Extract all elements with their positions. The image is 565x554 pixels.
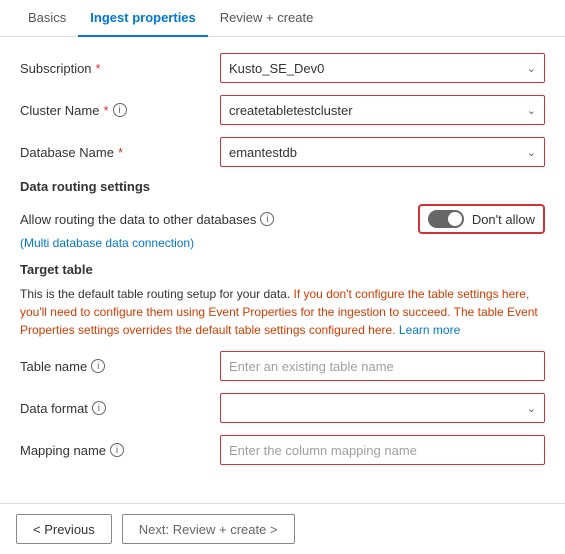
learn-more-link[interactable]: Learn more	[396, 323, 461, 337]
table-name-label: Table name i	[20, 359, 220, 374]
routing-toggle[interactable]	[428, 210, 464, 228]
info-text: This is the default table routing setup …	[20, 285, 545, 339]
subscription-value: Kusto_SE_Dev0	[229, 61, 324, 76]
tabs-bar: Basics Ingest properties Review + create	[0, 0, 565, 37]
target-table-heading: Target table	[20, 262, 545, 277]
database-required: *	[118, 145, 123, 160]
cluster-info-icon[interactable]: i	[113, 103, 127, 117]
info-text-normal: This is the default table routing setup …	[20, 287, 290, 301]
routing-info-icon[interactable]: i	[260, 212, 274, 226]
data-format-chevron-icon: ⌄	[527, 402, 536, 415]
cluster-name-select[interactable]: createtabletestcluster ⌄	[220, 95, 545, 125]
mapping-name-label: Mapping name i	[20, 443, 220, 458]
tab-review[interactable]: Review + create	[208, 0, 326, 37]
multi-db-note: (Multi database data connection)	[20, 236, 545, 250]
database-name-value: emantestdb	[229, 145, 297, 160]
toggle-label: Don't allow	[472, 212, 535, 227]
database-chevron-icon: ⌄	[527, 146, 536, 159]
database-name-row: Database Name * emantestdb ⌄	[20, 137, 545, 167]
subscription-row: Subscription * Kusto_SE_Dev0 ⌄	[20, 53, 545, 83]
cluster-name-row: Cluster Name * i createtabletestcluster …	[20, 95, 545, 125]
data-format-row: Data format i ⌄	[20, 393, 545, 423]
previous-button[interactable]: < Previous	[16, 514, 112, 544]
page-wrapper: Basics Ingest properties Review + create…	[0, 0, 565, 554]
footer: < Previous Next: Review + create >	[0, 503, 565, 554]
routing-row: Allow routing the data to other database…	[20, 204, 545, 234]
cluster-chevron-icon: ⌄	[527, 104, 536, 117]
toggle-knob	[448, 212, 462, 226]
mapping-name-info-icon[interactable]: i	[110, 443, 124, 457]
mapping-name-input[interactable]	[220, 435, 545, 465]
tab-basics[interactable]: Basics	[16, 0, 78, 37]
cluster-name-value: createtabletestcluster	[229, 103, 353, 118]
next-button[interactable]: Next: Review + create >	[122, 514, 295, 544]
cluster-required: *	[103, 103, 108, 118]
routing-label: Allow routing the data to other database…	[20, 212, 418, 227]
main-content: Subscription * Kusto_SE_Dev0 ⌄ Cluster N…	[0, 37, 565, 503]
data-format-select[interactable]: ⌄	[220, 393, 545, 423]
subscription-select[interactable]: Kusto_SE_Dev0 ⌄	[220, 53, 545, 83]
table-name-input[interactable]	[220, 351, 545, 381]
routing-control: Don't allow	[418, 204, 545, 234]
subscription-label: Subscription *	[20, 61, 220, 76]
cluster-name-label: Cluster Name * i	[20, 103, 220, 118]
database-name-select[interactable]: emantestdb ⌄	[220, 137, 545, 167]
subscription-required: *	[96, 61, 101, 76]
tab-ingest[interactable]: Ingest properties	[78, 0, 207, 37]
subscription-chevron-icon: ⌄	[527, 62, 536, 75]
mapping-name-row: Mapping name i	[20, 435, 545, 465]
table-name-info-icon[interactable]: i	[91, 359, 105, 373]
data-format-label: Data format i	[20, 401, 220, 416]
data-routing-heading: Data routing settings	[20, 179, 545, 194]
data-format-info-icon[interactable]: i	[92, 401, 106, 415]
table-name-row: Table name i	[20, 351, 545, 381]
database-name-label: Database Name *	[20, 145, 220, 160]
